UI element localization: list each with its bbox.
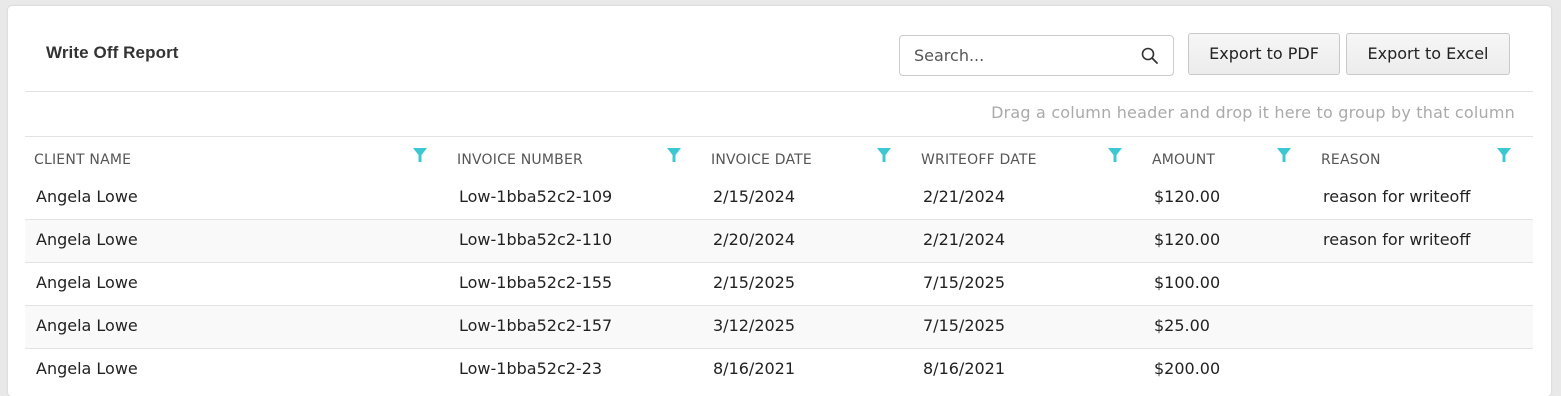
column-header-invoice-date[interactable]: INVOICE DATE bbox=[711, 152, 812, 168]
column-header-client-name[interactable]: CLIENT NAME bbox=[34, 152, 131, 168]
table-row[interactable]: Angela Lowe Low-1bba52c2-110 2/20/2024 2… bbox=[25, 220, 1533, 263]
table-row[interactable]: Angela Lowe Low-1bba52c2-109 2/15/2024 2… bbox=[25, 177, 1533, 220]
cell-invoice-number: Low-1bba52c2-157 bbox=[459, 316, 613, 335]
cell-writeoff-date: 8/16/2021 bbox=[923, 359, 1006, 378]
cell-invoice-number: Low-1bba52c2-155 bbox=[459, 273, 613, 292]
filter-icon[interactable] bbox=[666, 147, 682, 163]
cell-client-name: Angela Lowe bbox=[36, 273, 138, 292]
export-pdf-button[interactable]: Export to PDF bbox=[1188, 33, 1340, 75]
filter-icon[interactable] bbox=[876, 147, 892, 163]
table-row[interactable]: Angela Lowe Low-1bba52c2-155 2/15/2025 7… bbox=[25, 263, 1533, 306]
cell-client-name: Angela Lowe bbox=[36, 316, 138, 335]
table-row[interactable]: Angela Lowe Low-1bba52c2-23 8/16/2021 8/… bbox=[25, 349, 1533, 392]
cell-reason: reason for writeoff bbox=[1323, 187, 1471, 206]
column-header-amount[interactable]: AMOUNT bbox=[1152, 152, 1215, 168]
cell-amount: $120.00 bbox=[1154, 187, 1221, 206]
cell-amount: $200.00 bbox=[1154, 359, 1221, 378]
cell-invoice-date: 2/20/2024 bbox=[713, 230, 796, 249]
cell-writeoff-date: 7/15/2025 bbox=[923, 316, 1006, 335]
search-box[interactable] bbox=[899, 35, 1174, 76]
search-icon[interactable] bbox=[1140, 46, 1160, 66]
cell-invoice-date: 8/16/2021 bbox=[713, 359, 796, 378]
cell-writeoff-date: 7/15/2025 bbox=[923, 273, 1006, 292]
search-input[interactable] bbox=[900, 36, 1136, 75]
column-header-invoice-number[interactable]: INVOICE NUMBER bbox=[457, 152, 583, 168]
cell-client-name: Angela Lowe bbox=[36, 187, 138, 206]
cell-client-name: Angela Lowe bbox=[36, 230, 138, 249]
column-header-writeoff-date[interactable]: WRITEOFF DATE bbox=[921, 152, 1037, 168]
column-header-reason[interactable]: REASON bbox=[1321, 152, 1381, 168]
divider bbox=[25, 136, 1533, 137]
cell-writeoff-date: 2/21/2024 bbox=[923, 230, 1006, 249]
cell-amount: $120.00 bbox=[1154, 230, 1221, 249]
cell-invoice-number: Low-1bba52c2-23 bbox=[459, 359, 603, 378]
divider bbox=[25, 91, 1533, 92]
cell-amount: $25.00 bbox=[1154, 316, 1210, 335]
table-row[interactable]: Angela Lowe Low-1bba52c2-157 3/12/2025 7… bbox=[25, 306, 1533, 349]
report-card: Write Off Report Export to PDF Export to… bbox=[8, 6, 1551, 396]
export-excel-button[interactable]: Export to Excel bbox=[1346, 33, 1510, 75]
filter-icon[interactable] bbox=[1496, 147, 1512, 163]
cell-invoice-date: 3/12/2025 bbox=[713, 316, 796, 335]
cell-invoice-number: Low-1bba52c2-109 bbox=[459, 187, 613, 206]
cell-invoice-date: 2/15/2025 bbox=[713, 273, 796, 292]
cell-invoice-number: Low-1bba52c2-110 bbox=[459, 230, 613, 249]
cell-invoice-date: 2/15/2024 bbox=[713, 187, 796, 206]
cell-client-name: Angela Lowe bbox=[36, 359, 138, 378]
cell-writeoff-date: 2/21/2024 bbox=[923, 187, 1006, 206]
cell-amount: $100.00 bbox=[1154, 273, 1221, 292]
cell-reason: reason for writeoff bbox=[1323, 230, 1471, 249]
group-panel-hint[interactable]: Drag a column header and drop it here to… bbox=[991, 103, 1515, 122]
filter-icon[interactable] bbox=[412, 147, 428, 163]
filter-icon[interactable] bbox=[1276, 147, 1292, 163]
page-title: Write Off Report bbox=[46, 43, 179, 62]
filter-icon[interactable] bbox=[1107, 147, 1123, 163]
